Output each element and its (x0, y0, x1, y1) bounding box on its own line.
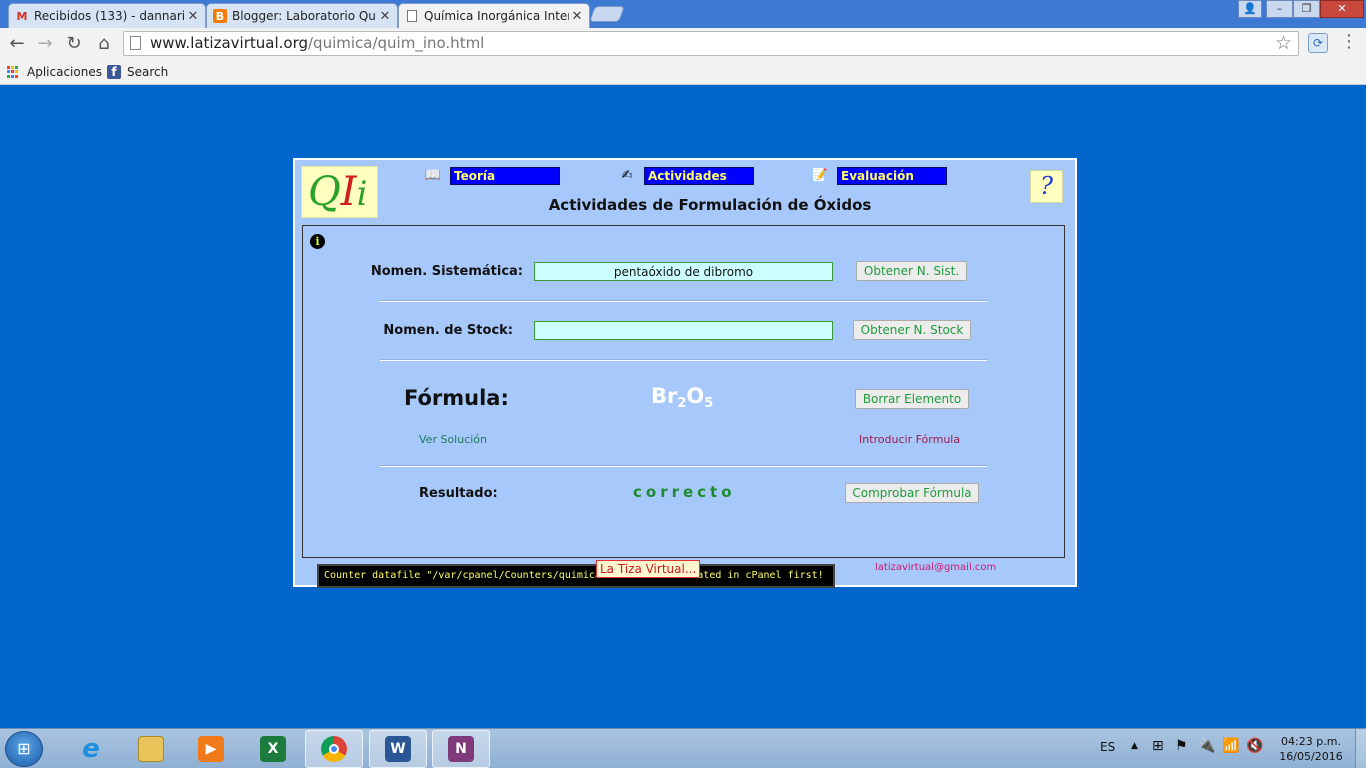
close-window-button[interactable]: ✕ (1320, 0, 1364, 18)
network-icon[interactable]: 📶 (1222, 738, 1239, 754)
enter-formula-link[interactable]: Introducir Fórmula (859, 433, 960, 446)
page-icon (405, 9, 419, 23)
user-icon[interactable]: 👤 (1238, 0, 1262, 18)
tab-quimica[interactable]: Química Inorgánica Interactiva ✕ (398, 3, 590, 28)
bookmark-apps[interactable]: Aplicaciones (7, 63, 102, 81)
reload-icon[interactable]: ↻ (62, 32, 86, 56)
systematic-input[interactable] (534, 262, 833, 281)
gmail-icon: M (16, 9, 28, 23)
minimize-button[interactable]: – (1266, 0, 1293, 18)
tab-gmail[interactable]: M Recibidos (133) - dannarivera ✕ (8, 3, 206, 28)
tab-title: Química Inorgánica Interactiva (424, 9, 569, 23)
page-title: Actividades de Formulación de Óxidos (548, 196, 872, 214)
word-icon[interactable]: W (369, 730, 427, 768)
volume-muted-icon[interactable]: 🔇 (1246, 738, 1263, 754)
close-icon[interactable]: ✕ (569, 9, 585, 24)
result-value: correcto (633, 483, 736, 501)
action-center-icon[interactable]: ⚑ (1175, 738, 1188, 754)
internet-explorer-icon[interactable]: e (62, 730, 120, 768)
tab-title: Recibidos (133) - dannarivera (34, 9, 185, 23)
tab-blogger[interactable]: B Blogger: Laboratorio Química ✕ (206, 3, 398, 28)
obtain-stock-button[interactable]: Obtener N. Stock (853, 320, 971, 340)
chrome-icon[interactable] (305, 730, 363, 768)
bookmarks-bar: Aplicaciones f Search (0, 60, 1366, 85)
windows-start-icon[interactable]: ⊞ (5, 731, 43, 767)
checklist-icon: 📝 (811, 168, 829, 183)
check-formula-button[interactable]: Comprobar Fórmula (845, 483, 979, 503)
address-bar[interactable]: www.latizavirtual.org/quimica/quim_ino.h… (123, 31, 1299, 56)
formula-value: Br2O5 (651, 384, 714, 411)
view-solution-link[interactable]: Ver Solución (419, 433, 487, 446)
divider (380, 465, 987, 467)
bookmark-search[interactable]: f Search (107, 63, 168, 81)
power-icon[interactable]: 🔌 (1198, 738, 1215, 754)
close-icon[interactable]: ✕ (377, 9, 393, 24)
pencil-icon: ✍ (621, 168, 633, 183)
tab-title: Blogger: Laboratorio Química (232, 9, 377, 23)
forward-arrow-icon[interactable]: → (33, 32, 57, 56)
excel-icon[interactable]: X (244, 730, 302, 768)
home-icon[interactable]: ⌂ (92, 32, 116, 56)
nav-evaluacion[interactable]: 📝 Evaluación (811, 167, 947, 185)
media-player-icon[interactable]: ▶ (182, 730, 240, 768)
extension-icon[interactable]: ⟳ (1308, 33, 1328, 53)
divider (380, 300, 987, 302)
bookmark-star-icon[interactable]: ☆ (1275, 32, 1292, 54)
windows-taskbar: ⊞ e ▶ X W N ES ▲ ⊞ ⚑ 🔌 📶 🔇 04:23 p.m. 16/… (0, 728, 1366, 768)
clock[interactable]: 04:23 p.m. 16/05/2016 (1276, 734, 1346, 764)
facebook-icon: f (107, 65, 121, 79)
obtain-systematic-button[interactable]: Obtener N. Sist. (856, 261, 967, 281)
tiza-tooltip: La Tiza Virtual... (596, 560, 701, 578)
systematic-label: Nomen. Sistemática: (370, 264, 523, 279)
book-icon: 📖 (424, 168, 442, 183)
show-desktop-button[interactable] (1355, 729, 1366, 768)
nav-teoria[interactable]: 📖 Teoría (424, 167, 560, 185)
info-icon[interactable]: i (310, 234, 325, 249)
stock-input[interactable] (534, 321, 833, 340)
formula-label: Fórmula: (404, 386, 509, 410)
nav-actividades[interactable]: ✍ Actividades (618, 167, 754, 185)
tray-expand-icon[interactable]: ▲ (1131, 741, 1138, 751)
language-indicator[interactable]: ES (1100, 740, 1115, 754)
close-icon[interactable]: ✕ (185, 9, 201, 24)
exercise-area: i Nomen. Sistemática: Obtener N. Sist. N… (302, 225, 1065, 558)
back-arrow-icon[interactable]: ← (5, 32, 29, 56)
apps-grid-icon (7, 65, 20, 79)
counter-error: Counter datafile "/var/cpanel/Counters/q… (317, 564, 835, 588)
page-info-icon[interactable] (130, 36, 141, 50)
blogger-icon: B (213, 9, 227, 23)
divider (380, 359, 987, 361)
system-tray: ES ▲ ⊞ ⚑ 🔌 📶 🔇 (1100, 729, 1270, 768)
main-panel: QIi 📖 Teoría ✍ Actividades 📝 Evaluación … (293, 158, 1077, 588)
restore-button[interactable]: ❐ (1293, 0, 1320, 18)
file-explorer-icon[interactable] (122, 730, 180, 768)
onenote-icon[interactable]: N (432, 730, 490, 768)
browser-titlebar: M Recibidos (133) - dannarivera ✕ B Blog… (0, 0, 1366, 28)
contact-email-link[interactable]: latizavirtual@gmail.com (875, 562, 996, 573)
result-label: Resultado: (419, 486, 498, 501)
clear-element-button[interactable]: Borrar Elemento (855, 389, 969, 409)
stock-label: Nomen. de Stock: (383, 323, 513, 338)
windows-flag-icon[interactable]: ⊞ (1152, 738, 1164, 754)
chrome-menu-icon[interactable]: ⋮ (1340, 31, 1358, 52)
new-tab-button[interactable] (589, 6, 625, 22)
